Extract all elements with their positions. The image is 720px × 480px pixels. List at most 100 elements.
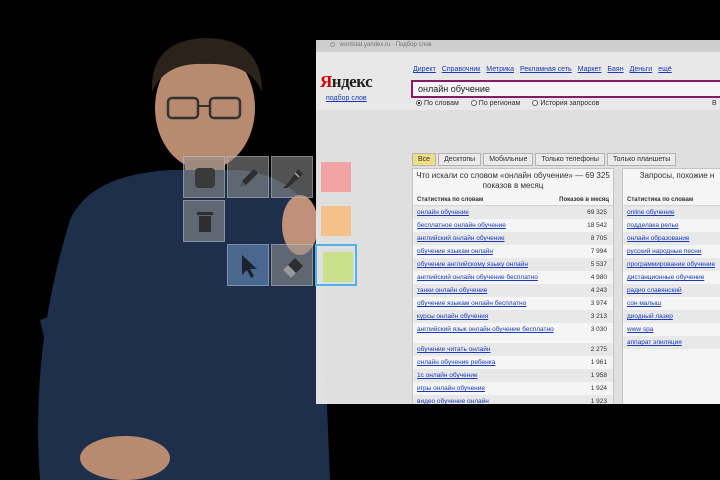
impressions-count: 1 924 bbox=[590, 385, 607, 392]
services-menu: Директ Справочник Метрика Рекламная сеть Мар… bbox=[413, 66, 678, 73]
similar-query-link[interactable]: аппарат эпиляция bbox=[627, 339, 720, 346]
table-row: бесплатное онлайн обучение 18 542 bbox=[413, 219, 613, 232]
device-tab[interactable]: Все bbox=[412, 153, 437, 166]
left-rows: онлайн обучение 69 325 бесплатное онлайн о… bbox=[413, 206, 613, 404]
service-link[interactable]: Директ bbox=[413, 66, 436, 73]
device-tab[interactable]: Только телефоны bbox=[535, 153, 605, 166]
query-link[interactable]: обучение языкам онлайн бесплатно bbox=[417, 300, 567, 307]
similar-query-link[interactable]: online обучение bbox=[627, 209, 720, 216]
radio-option[interactable]: По регионам bbox=[470, 100, 520, 107]
yandex-logo[interactable]: Яндекс bbox=[320, 72, 373, 92]
trash-tool-button[interactable] bbox=[183, 200, 225, 242]
marker-tool-button[interactable] bbox=[271, 156, 313, 198]
query-link[interactable]: бесплатное онлайн обучение bbox=[417, 222, 567, 229]
impressions-count: 3 974 bbox=[590, 300, 607, 307]
similar-query-link[interactable]: онлайн образование bbox=[627, 235, 720, 242]
service-link[interactable]: ещё bbox=[658, 66, 672, 73]
similar-query-link[interactable]: дистанционные обучение bbox=[627, 274, 720, 281]
impressions-count: 69 325 bbox=[587, 209, 607, 216]
device-tabs: Все Десктопы Мобильные Только телефоны Тольк… bbox=[412, 148, 678, 166]
search-input[interactable]: онлайн обучение bbox=[411, 80, 720, 98]
eraser-tool-button[interactable] bbox=[271, 244, 313, 286]
device-tab[interactable]: Мобильные bbox=[483, 153, 534, 166]
query-link[interactable]: игры онлайн обучение bbox=[417, 385, 567, 392]
table-row: online обучение bbox=[623, 206, 720, 219]
similar-query-link[interactable]: русский народные песни bbox=[627, 248, 720, 255]
query-link[interactable]: обучение английскому языку онлайн bbox=[417, 261, 567, 268]
service-link[interactable]: Рекламная сеть bbox=[520, 66, 572, 73]
color-swatch-pink-fill bbox=[321, 162, 351, 192]
table-row: программирование обучение bbox=[623, 258, 720, 271]
table-row: английский онлайн обучение бесплатно 4 98… bbox=[413, 271, 613, 284]
query-link[interactable]: онлайн обучение bbox=[417, 209, 567, 216]
table-row: обучение читать онлайн 2 275 bbox=[413, 343, 613, 356]
radio-option-extra[interactable]: В bbox=[712, 100, 717, 107]
wordstat-browser-screenshot: wordstat.yandex.ru · Подбор слов Яндекс … bbox=[316, 40, 720, 404]
table-row: танки онлайн обучение 4 243 bbox=[413, 284, 613, 297]
marker-icon bbox=[283, 169, 303, 188]
similar-query-link[interactable]: сон малыш bbox=[627, 300, 720, 307]
impressions-count: 3 030 bbox=[590, 326, 607, 333]
lock-icon bbox=[330, 42, 335, 47]
impressions-count: 2 275 bbox=[590, 346, 607, 353]
impressions-count: 1 923 bbox=[590, 398, 607, 404]
similar-query-link[interactable]: программирование обучение bbox=[627, 261, 720, 268]
query-link[interactable]: танки онлайн обучение bbox=[417, 287, 567, 294]
trash-icon bbox=[197, 212, 213, 232]
radio-dot-icon bbox=[416, 100, 422, 106]
query-link[interactable]: 1с онлайн обучение bbox=[417, 372, 567, 379]
radio-option[interactable]: По словам bbox=[416, 100, 459, 107]
table-row: обучение английскому языку онлайн 5 537 bbox=[413, 258, 613, 271]
color-swatch-pink[interactable] bbox=[315, 156, 357, 198]
impressions-count: 4 243 bbox=[590, 287, 607, 294]
impressions-count: 18 542 bbox=[587, 222, 607, 229]
service-link[interactable]: Баян bbox=[607, 66, 623, 73]
pen-tool-button[interactable] bbox=[227, 156, 269, 198]
pen-icon bbox=[240, 169, 258, 187]
radio-label: История запросов bbox=[540, 100, 600, 107]
device-tab[interactable]: Десктопы bbox=[438, 153, 482, 166]
square-stop-tool-button[interactable] bbox=[183, 156, 225, 198]
table-row: русский народные песни bbox=[623, 245, 720, 258]
query-link[interactable]: курсы онлайн обучения bbox=[417, 313, 567, 320]
color-swatch-green[interactable] bbox=[315, 244, 357, 286]
query-link[interactable]: английский язык онлайн обучение бесплатн… bbox=[417, 326, 567, 333]
query-link[interactable]: видео обучение онлайн bbox=[417, 398, 567, 404]
service-link[interactable]: Метрика bbox=[486, 66, 514, 73]
table-row: игры онлайн обучение 1 924 bbox=[413, 382, 613, 395]
pointer-arrow-icon bbox=[242, 255, 257, 278]
radio-option[interactable]: История запросов bbox=[532, 100, 599, 107]
impressions-count: 5 537 bbox=[590, 261, 607, 268]
impressions-count: 7 994 bbox=[590, 248, 607, 255]
query-link[interactable]: обучение языкам онлайн bbox=[417, 248, 567, 255]
table-row: обучение языкам онлайн 7 994 bbox=[413, 245, 613, 258]
table-row: курсы онлайн обучения 3 213 bbox=[413, 310, 613, 323]
table-row: диодный лазер bbox=[623, 310, 720, 323]
query-link[interactable]: английский онлайн обучение bbox=[417, 235, 567, 242]
table-row: английский язык онлайн обучение бесплатн… bbox=[413, 323, 613, 343]
pointer-tool-button[interactable] bbox=[227, 244, 269, 286]
similar-query-link[interactable]: www spa bbox=[627, 326, 720, 333]
color-swatch-orange[interactable] bbox=[315, 200, 357, 242]
table-row: видео обучение онлайн 1 923 bbox=[413, 395, 613, 404]
service-link[interactable]: Деньги bbox=[630, 66, 653, 73]
query-link[interactable]: онлайн обучение ребенка bbox=[417, 359, 567, 366]
address-url: wordstat.yandex.ru bbox=[339, 42, 391, 48]
query-link[interactable]: английский онлайн обучение бесплатно bbox=[417, 274, 567, 281]
service-link[interactable]: Справочник bbox=[442, 66, 481, 73]
impressions-count: 3 213 bbox=[590, 313, 607, 320]
search-mode-radios: По словам По регионам История запросов bbox=[416, 100, 611, 107]
device-tab[interactable]: Только планшеты bbox=[606, 153, 677, 166]
similar-query-link[interactable]: диодный лазер bbox=[627, 313, 720, 320]
service-link[interactable]: Маркет bbox=[578, 66, 602, 73]
eraser-icon bbox=[283, 258, 303, 278]
similar-query-link[interactable]: радио славянский bbox=[627, 287, 720, 294]
impressions-count: 1 958 bbox=[590, 372, 607, 379]
right-rows: online обучение подделака релье онлайн обр… bbox=[623, 206, 720, 349]
impressions-count: 1 961 bbox=[590, 359, 607, 366]
address-bar[interactable]: wordstat.yandex.ru · Подбор слов bbox=[316, 40, 720, 52]
query-link[interactable]: обучение читать онлайн bbox=[417, 346, 567, 353]
subtitle-link[interactable]: подбор слов bbox=[326, 95, 367, 102]
radio-dot-icon bbox=[470, 100, 477, 106]
similar-query-link[interactable]: подделака релье bbox=[627, 222, 720, 229]
